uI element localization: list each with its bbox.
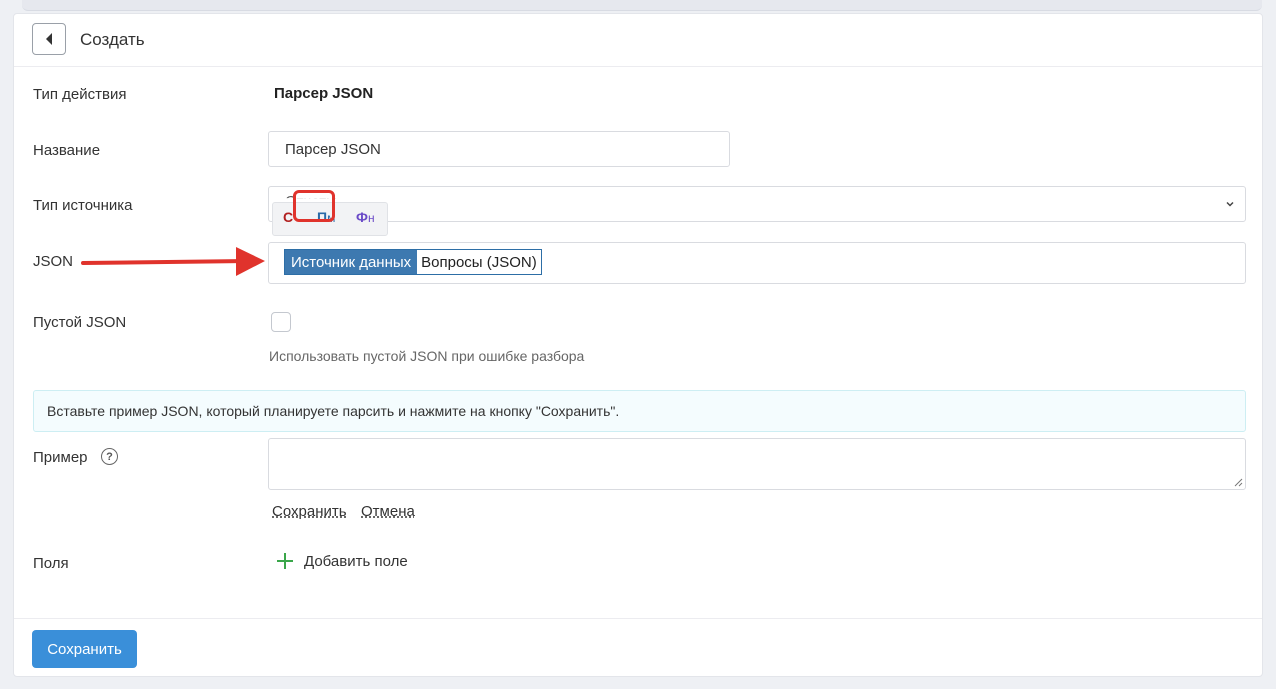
plus-icon: [277, 553, 293, 569]
action-type-value: Парсер JSON: [274, 85, 374, 102]
example-save-link[interactable]: Сохранить: [272, 503, 347, 520]
add-field-label: Добавить поле: [304, 552, 408, 570]
add-field-button[interactable]: Добавить поле: [276, 552, 408, 570]
source-type-label: Тип источника: [33, 197, 133, 214]
info-text: Вставьте пример JSON, который планируете…: [47, 403, 620, 419]
background-strip: [22, 0, 1262, 11]
source-type-select[interactable]: Отчеты: [268, 186, 1246, 222]
constant-letter: С: [283, 209, 294, 225]
empty-json-checkbox[interactable]: [271, 312, 291, 332]
function-letter: Ф: [356, 209, 368, 225]
function-sub-letter: н: [367, 211, 375, 225]
variable-insert-popup: С Пм Фн: [272, 202, 388, 236]
name-input-value: Парсер JSON: [285, 140, 381, 158]
name-input[interactable]: Парсер JSON: [268, 131, 730, 167]
footer-divider: [14, 618, 1262, 619]
example-textarea[interactable]: [268, 438, 1246, 490]
json-label: JSON: [33, 253, 74, 270]
example-label: Пример: [33, 449, 88, 466]
info-alert: Вставьте пример JSON, который планируете…: [33, 390, 1246, 432]
help-icon[interactable]: ?: [101, 448, 118, 465]
fields-label: Поля: [33, 555, 69, 572]
insert-function-button[interactable]: Фн: [356, 209, 375, 231]
caret-left-icon: [46, 33, 52, 45]
token-name-label: Вопросы (JSON): [417, 250, 541, 274]
chevron-down-icon: [1226, 201, 1234, 207]
action-type-label: Тип действия: [33, 86, 127, 103]
empty-json-label: Пустой JSON: [33, 314, 127, 331]
example-cancel-link[interactable]: Отмена: [361, 503, 415, 520]
back-button[interactable]: [32, 23, 66, 55]
resize-grip-icon[interactable]: [1234, 478, 1243, 487]
token-source-label: Источник данных: [285, 250, 418, 274]
name-label: Название: [33, 142, 101, 159]
empty-json-hint: Использовать пустой JSON при ошибке разб…: [269, 348, 585, 364]
save-button[interactable]: Сохранить: [32, 630, 137, 668]
variable-letter: П: [317, 209, 328, 225]
insert-constant-button[interactable]: С: [283, 209, 293, 231]
insert-variable-button[interactable]: Пм: [317, 209, 335, 231]
card-header: Создать: [14, 14, 1262, 67]
form-card: Создать Тип действия Парсер JSON Названи…: [13, 13, 1263, 677]
json-variable-token[interactable]: Источник данных Вопросы (JSON): [284, 249, 542, 275]
variable-sub-letter: м: [327, 211, 336, 225]
page-title: Создать: [80, 30, 145, 49]
